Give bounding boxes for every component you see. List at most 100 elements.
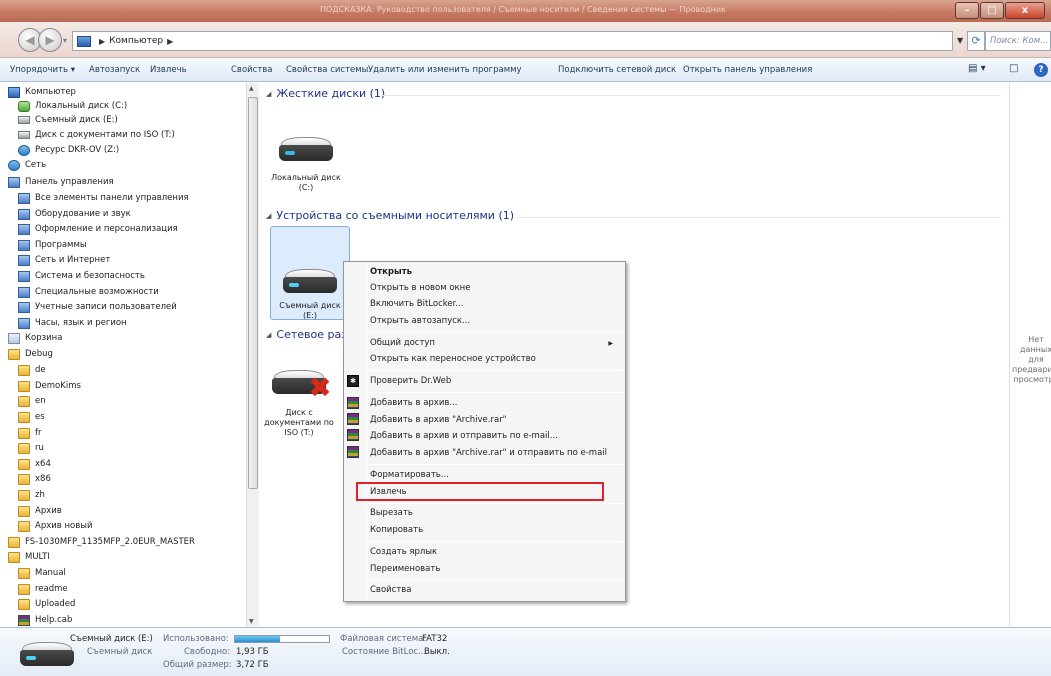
- collapse-triangle-icon[interactable]: ◢: [266, 212, 271, 220]
- nav-item-cp-hardware[interactable]: Оборудование и звук: [18, 207, 131, 221]
- close-button[interactable]: x: [1005, 2, 1045, 19]
- nav-item-drive-t[interactable]: Диск с документами по ISO (T:): [18, 128, 175, 142]
- nav-item-cp-accounts[interactable]: Учетные записи пользователей: [18, 300, 177, 314]
- nav-item-folder[interactable]: FS-1030MFP_1135MFP_2.0EUR_MASTER: [8, 535, 195, 549]
- nav-item-folder[interactable]: fr: [18, 426, 42, 440]
- nav-item-drive-z[interactable]: Ресурс DKR-OV (Z:): [18, 143, 119, 157]
- nav-item-folder[interactable]: ru: [18, 441, 44, 455]
- tile-drive-e[interactable]: Съемный диск (E:): [270, 226, 350, 320]
- nav-item-folder[interactable]: readme: [18, 582, 68, 596]
- nav-item-folder[interactable]: es: [18, 410, 45, 424]
- forward-button[interactable]: ▶: [38, 28, 62, 52]
- usage-bar-fill: [235, 636, 281, 642]
- address-dropdown-icon[interactable]: ▼: [957, 36, 963, 45]
- recycle-bin-icon: [8, 332, 20, 344]
- nav-item-cp-network[interactable]: Сеть и Интернет: [18, 253, 110, 267]
- nav-item-folder[interactable]: Архив новый: [18, 519, 92, 533]
- breadcrumb-computer[interactable]: Компьютер: [109, 36, 163, 46]
- nav-item-label: DemoKims: [35, 381, 81, 391]
- menu-item-create-shortcut[interactable]: Создать ярлык: [370, 547, 437, 557]
- nav-item-cp-all[interactable]: Все элементы панели управления: [18, 191, 189, 205]
- tile-drive-c[interactable]: Локальный диск (C:): [266, 131, 346, 205]
- group-header-removable[interactable]: ◢ Устройства со съемными носителями (1): [266, 209, 514, 222]
- nav-item-cp-accessibility[interactable]: Специальные возможности: [18, 285, 159, 299]
- collapse-triangle-icon[interactable]: ◢: [266, 331, 271, 339]
- breadcrumb-arrow-icon[interactable]: ▶: [99, 37, 105, 46]
- nav-item-folder[interactable]: de: [18, 363, 46, 377]
- maximize-button[interactable]: □: [980, 2, 1004, 19]
- nav-item-cp-appearance[interactable]: Оформление и персонализация: [18, 222, 178, 236]
- properties-button[interactable]: Свойства: [231, 65, 273, 75]
- recent-pages-dropdown-icon[interactable]: ▾: [63, 36, 67, 45]
- group-divider: [517, 217, 1001, 218]
- menu-item-sharing[interactable]: Общий доступ: [370, 338, 435, 348]
- nav-scrollbar[interactable]: ▲ ▼: [246, 83, 259, 627]
- nav-item-cp-security[interactable]: Система и безопасность: [18, 269, 145, 283]
- nav-item-cp-programs[interactable]: Программы: [18, 238, 87, 252]
- details-type: Съемный диск: [87, 647, 153, 657]
- address-box[interactable]: ▶ Компьютер ▶: [72, 31, 953, 51]
- nav-item-folder[interactable]: Архив: [18, 504, 62, 518]
- nav-item-folder[interactable]: x86: [18, 472, 51, 486]
- menu-item-drweb[interactable]: Проверить Dr.Web: [370, 376, 451, 386]
- group-header-network[interactable]: ◢ Сетевое разм: [266, 328, 355, 341]
- menu-item-autoplay[interactable]: Открыть автозапуск...: [370, 316, 470, 326]
- nav-item-file[interactable]: Help.cab: [18, 613, 72, 627]
- scroll-thumb[interactable]: [248, 97, 258, 489]
- menu-item-format[interactable]: Форматировать...: [370, 470, 449, 480]
- menu-item-properties[interactable]: Свойства: [370, 585, 412, 595]
- nav-item-computer[interactable]: Компьютер: [8, 85, 76, 99]
- menu-item-add-archive-rar[interactable]: Добавить в архив "Archive.rar": [370, 415, 507, 425]
- nav-item-folder[interactable]: Manual: [18, 566, 66, 580]
- scroll-up-icon[interactable]: ▲: [249, 85, 254, 92]
- menu-item-add-archive[interactable]: Добавить в архив...: [370, 398, 457, 408]
- menu-item-cut[interactable]: Вырезать: [370, 508, 413, 518]
- menu-item-add-archive-email[interactable]: Добавить в архив и отправить по e-mail..…: [370, 431, 558, 441]
- nav-item-folder[interactable]: MULTI: [8, 550, 50, 564]
- help-icon[interactable]: ?: [1034, 63, 1048, 77]
- menu-item-copy[interactable]: Копировать: [370, 525, 423, 535]
- nav-item-folder[interactable]: x64: [18, 457, 51, 471]
- menu-item-rename[interactable]: Переименовать: [370, 564, 440, 574]
- group-header-hard-drives[interactable]: ◢ Жесткие диски (1): [266, 87, 385, 100]
- refresh-icon[interactable]: ⟳: [967, 31, 985, 51]
- menu-item-open[interactable]: Открыть: [370, 267, 412, 277]
- scroll-down-icon[interactable]: ▼: [249, 618, 254, 625]
- archive-icon: [18, 614, 30, 626]
- map-network-drive-button[interactable]: Подключить сетевой диск: [558, 65, 676, 75]
- nav-item-label: Uploaded: [35, 599, 76, 609]
- nav-item-folder[interactable]: zh: [18, 488, 45, 502]
- nav-item-folder[interactable]: en: [18, 394, 46, 408]
- autoplay-button[interactable]: Автозапуск: [89, 65, 140, 75]
- menu-item-portable-device[interactable]: Открыть как переносное устройство: [370, 354, 536, 364]
- nav-item-recycle-bin[interactable]: Корзина: [8, 331, 62, 345]
- menu-item-add-archive-rar-email[interactable]: Добавить в архив "Archive.rar" и отправи…: [370, 448, 607, 458]
- submenu-arrow-icon: ▶: [608, 340, 613, 347]
- breadcrumb-arrow-icon[interactable]: ▶: [167, 37, 173, 46]
- error-x-icon: ✖: [308, 371, 332, 404]
- nav-item-control-panel[interactable]: Панель управления: [8, 175, 114, 189]
- organize-button[interactable]: Упорядочить ▾: [10, 65, 75, 75]
- nav-item-label: Программы: [35, 240, 87, 250]
- nav-item-cp-clock[interactable]: Часы, язык и регион: [18, 316, 127, 330]
- nav-item-label: es: [35, 412, 45, 422]
- search-input[interactable]: Поиск: Ком...: [985, 31, 1051, 51]
- tile-drive-t[interactable]: ✖ Диск с документами по ISO (T:): [259, 366, 339, 456]
- menu-item-bitlocker[interactable]: Включить BitLocker...: [370, 299, 463, 309]
- menu-item-open-new-window[interactable]: Открыть в новом окне: [370, 283, 470, 293]
- nav-item-folder[interactable]: Debug: [8, 347, 53, 361]
- uninstall-program-button[interactable]: Удалить или изменить программу: [368, 65, 522, 75]
- nav-item-network[interactable]: Сеть: [8, 158, 46, 172]
- eject-button[interactable]: Извлечь: [150, 65, 187, 75]
- nav-item-folder[interactable]: DemoKims: [18, 379, 81, 393]
- preview-pane-icon[interactable]: □: [1009, 63, 1018, 74]
- minimize-button[interactable]: –: [955, 2, 979, 19]
- view-options-icon[interactable]: ▤ ▾: [968, 63, 986, 74]
- nav-item-folder[interactable]: Uploaded: [18, 597, 75, 611]
- collapse-triangle-icon[interactable]: ◢: [266, 90, 271, 98]
- address-bar-area: ◀ ▶ ▾ ▶ Компьютер ▶ ▼ ⟳ Поиск: Ком...: [0, 22, 1051, 58]
- nav-item-drive-e[interactable]: Съемный диск (E:): [18, 113, 118, 127]
- system-properties-button[interactable]: Свойства системы: [286, 65, 368, 75]
- open-control-panel-button[interactable]: Открыть панель управления: [683, 65, 812, 75]
- nav-item-drive-c[interactable]: Локальный диск (C:): [18, 99, 127, 113]
